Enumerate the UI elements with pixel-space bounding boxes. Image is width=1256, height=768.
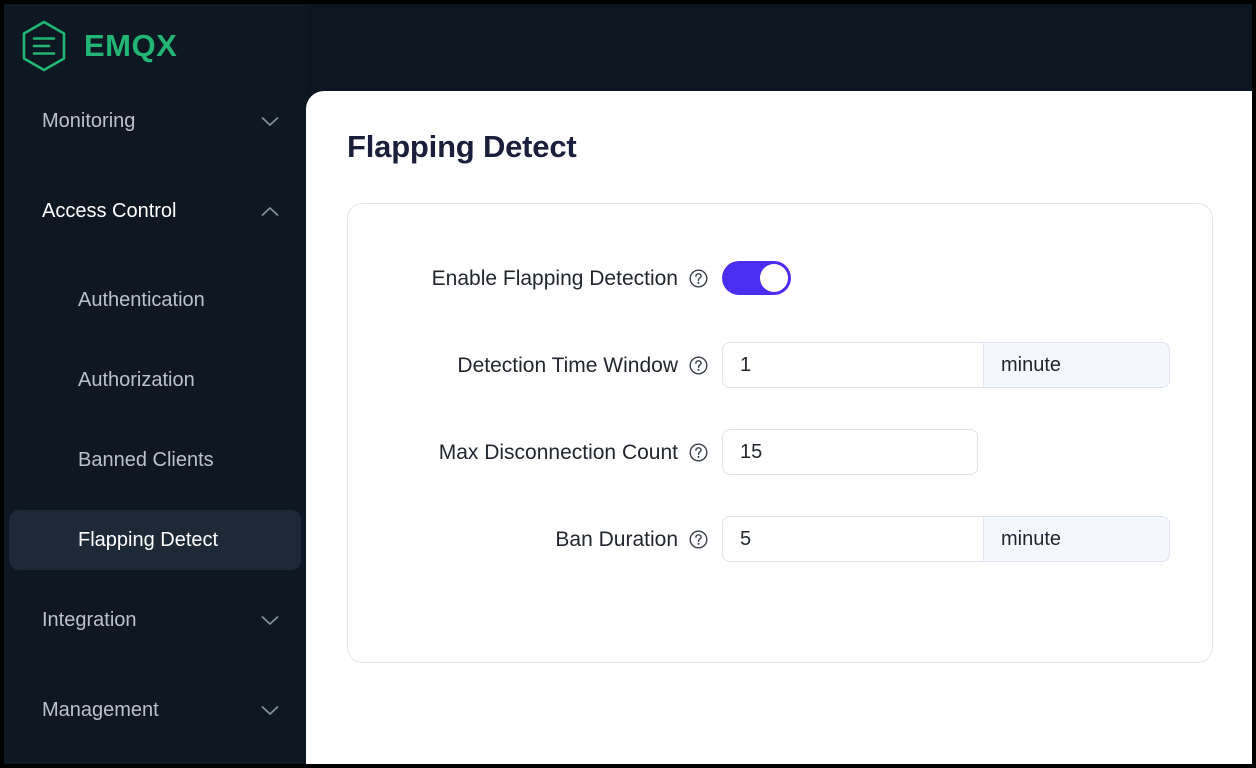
sidebar-nav: Monitoring Access Control Authentication… (4, 87, 306, 740)
sidebar-item-authorization[interactable]: Authorization (9, 350, 301, 410)
sidebar: EMQX Monitoring Access Control Authentic… (4, 4, 306, 764)
sidebar-group-label: Access Control (42, 200, 177, 222)
enable-flapping-detection-label: Enable Flapping Detection (431, 266, 678, 290)
form-label-cell: Enable Flapping Detection (348, 268, 722, 289)
chevron-down-icon (261, 615, 279, 625)
emqx-hexagon-logo-icon (22, 20, 66, 71)
main-content: Flapping Detect Enable Flapping Detectio… (306, 91, 1252, 764)
sidebar-group-integration[interactable]: Integration (9, 590, 301, 650)
sidebar-group-label: Monitoring (42, 110, 136, 132)
chevron-down-icon (261, 705, 279, 715)
sidebar-item-label: Flapping Detect (78, 529, 219, 551)
form-row-max-disconnection-count: Max Disconnection Count (348, 429, 1212, 475)
detection-time-window-unit[interactable]: minute (983, 343, 1169, 387)
sidebar-group-access-control[interactable]: Access Control (9, 181, 301, 241)
page-title: Flapping Detect (347, 129, 577, 164)
question-circle-icon[interactable] (689, 529, 708, 549)
sidebar-item-flapping-detect[interactable]: Flapping Detect (9, 510, 301, 570)
form-row-detection-time-window: Detection Time Window minute (348, 342, 1212, 388)
form-control-cell (722, 429, 1212, 475)
toggle-knob (760, 264, 788, 292)
max-disconnection-count-label: Max Disconnection Count (438, 440, 678, 464)
max-disconnection-count-input[interactable] (723, 430, 977, 474)
sidebar-item-label: Authentication (78, 289, 205, 311)
sidebar-group-monitoring[interactable]: Monitoring (9, 91, 301, 151)
form-label-cell: Detection Time Window (348, 355, 722, 376)
chevron-down-icon (261, 116, 279, 126)
form-label-cell: Max Disconnection Count (348, 442, 722, 463)
max-disconnection-count-input-group[interactable] (722, 429, 978, 475)
sidebar-group-label: Integration (42, 609, 137, 631)
brand-logo[interactable]: EMQX (4, 4, 306, 87)
sidebar-item-label: Banned Clients (78, 449, 214, 471)
flapping-detect-form: Enable Flapping Detection Detection Time… (348, 204, 1212, 562)
sidebar-group-management[interactable]: Management (9, 680, 301, 740)
form-row-ban-duration: Ban Duration minute (348, 516, 1212, 562)
sidebar-item-label: Authorization (78, 369, 195, 391)
question-circle-icon[interactable] (689, 442, 708, 462)
brand-name: EMQX (84, 28, 178, 63)
detection-time-window-input[interactable] (723, 343, 983, 387)
sidebar-item-banned-clients[interactable]: Banned Clients (9, 430, 301, 490)
form-control-cell: minute (722, 516, 1212, 562)
app-window: EMQX Monitoring Access Control Authentic… (0, 0, 1256, 768)
ban-duration-unit[interactable]: minute (983, 517, 1169, 561)
form-row-enable-flapping-detection: Enable Flapping Detection (348, 255, 1212, 301)
ban-duration-input[interactable] (723, 517, 983, 561)
detection-time-window-input-group[interactable]: minute (722, 342, 1170, 388)
sidebar-group-label: Management (42, 699, 159, 721)
form-label-cell: Ban Duration (348, 529, 722, 550)
question-circle-icon[interactable] (689, 355, 708, 375)
ban-duration-input-group[interactable]: minute (722, 516, 1170, 562)
chevron-up-icon (261, 206, 279, 216)
enable-flapping-detection-toggle[interactable] (722, 261, 791, 295)
form-control-cell (722, 261, 1212, 295)
detection-time-window-label: Detection Time Window (457, 353, 678, 377)
ban-duration-label: Ban Duration (555, 527, 678, 551)
flapping-detect-settings-card: Enable Flapping Detection Detection Time… (347, 203, 1213, 663)
form-control-cell: minute (722, 342, 1212, 388)
sidebar-item-authentication[interactable]: Authentication (9, 270, 301, 330)
question-circle-icon[interactable] (689, 268, 708, 288)
